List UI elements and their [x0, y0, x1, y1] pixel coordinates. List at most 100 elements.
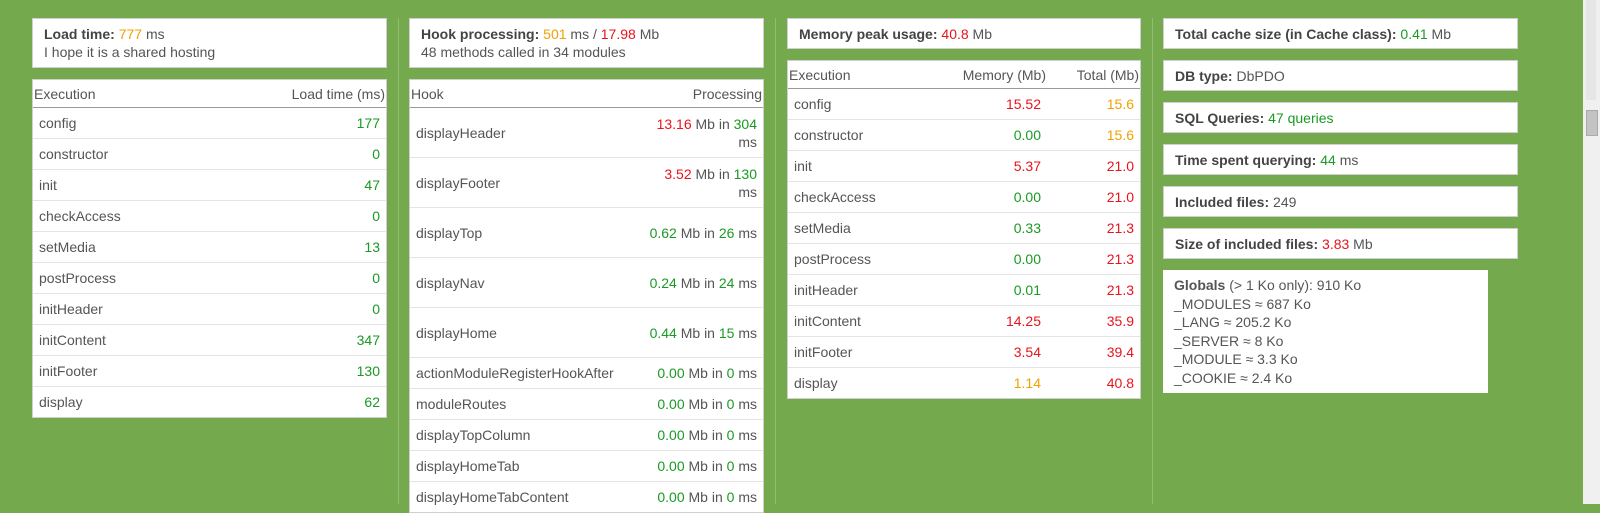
hook-mb-unit: Mb: [639, 26, 660, 42]
hook-mb-unit: Mb in: [680, 324, 715, 341]
hook-ms: 0: [726, 365, 735, 381]
total-value-cell: 15.6: [1047, 119, 1140, 151]
memory-value-cell: 0.00: [923, 119, 1047, 151]
hook-ms: 130: [733, 165, 757, 182]
load-time-table: Execution Load time (ms) config 177 constr…: [32, 79, 387, 418]
table-row: initContent 347: [33, 324, 386, 356]
hook-name: displayHomeTab: [410, 450, 641, 482]
hook-ms: 304: [733, 115, 757, 132]
hook-processing-cell: 0.00 Mb in 0 ms: [641, 481, 763, 512]
column-divider: [775, 18, 776, 504]
column-divider: [1152, 18, 1153, 504]
hook-processing-cell: 0.44 Mb in 15 ms: [641, 307, 763, 358]
hook-mb: 0.00: [657, 458, 685, 474]
table-row: init 5.37 21.0: [788, 150, 1140, 182]
hook-ms-unit: ms: [738, 324, 757, 341]
table-row: displayHome 0.44 Mb in 15 ms: [410, 307, 763, 358]
memory-value-cell: 0.33: [923, 212, 1047, 244]
memory-value: 40.8: [941, 26, 969, 42]
hook-ms: 0: [726, 427, 735, 443]
globals-note: (> 1 Ko only): 910 Ko: [1229, 277, 1362, 293]
table-row: moduleRoutes 0.00 Mb in 0 ms: [410, 388, 763, 420]
hook-note: 48 methods called in 34 modules: [421, 44, 626, 60]
hook-mb-unit: Mb in: [695, 165, 730, 182]
table-row: displayFooter 3.52 Mb in 130 ms: [410, 157, 763, 208]
memory-unit: Mb: [972, 26, 992, 42]
globals-item: _MODULES ≈ 687 Ko: [1174, 295, 1311, 312]
table-row: constructor 0.00 15.6: [788, 119, 1140, 151]
hook-ms: 0: [726, 458, 735, 474]
table-row: displayTopColumn 0.00 Mb in 0 ms: [410, 419, 763, 451]
load-time-value-cell: 177: [207, 107, 386, 139]
time-label: Time spent querying: [1175, 152, 1312, 168]
execution-name: display: [33, 386, 208, 417]
column-divider: [398, 18, 399, 504]
load-time-value: 777: [118, 26, 143, 42]
table-row: setMedia 0.33 21.3: [788, 212, 1140, 244]
hook-table-header-hook: Hook: [410, 80, 641, 108]
hook-name: displayTop: [410, 207, 641, 258]
total-value-cell: 35.9: [1047, 305, 1140, 337]
memory-value-cell: 5.37: [923, 150, 1047, 182]
hook-name: displayHomeTabContent: [410, 481, 641, 512]
hook-ms: 26: [718, 224, 735, 241]
db-value: DbPDO: [1236, 68, 1285, 84]
hook-processing-cell: 0.00 Mb in 0 ms: [641, 357, 763, 389]
memory-value-cell: 0.01: [923, 274, 1047, 306]
scrollbar-thumb[interactable]: [1586, 110, 1598, 136]
load-time-label: Load time: [44, 26, 111, 42]
load-time-value-cell: 62: [207, 386, 386, 417]
total-value-cell: 39.4: [1047, 336, 1140, 368]
table-row: setMedia 13: [33, 231, 386, 263]
hook-mb: 0.00: [657, 365, 685, 381]
table-row: postProcess 0: [33, 262, 386, 294]
execution-name: postProcess: [788, 243, 924, 275]
total-value-cell: 21.0: [1047, 181, 1140, 213]
hook-name: actionModuleRegisterHookAfter: [410, 357, 641, 389]
hook-ms-unit: ms: [738, 396, 757, 412]
execution-name: initContent: [788, 305, 924, 337]
execution-name: postProcess: [33, 262, 208, 294]
load-time-value-cell: 0: [207, 200, 386, 232]
load-table-header-time: Load time (ms): [207, 80, 386, 108]
hook-name: displayNav: [410, 257, 641, 308]
hook-mb: 0.00: [657, 427, 685, 443]
execution-name: setMedia: [33, 231, 208, 263]
hook-mb-unit: Mb in: [695, 115, 730, 132]
memory-column: Memory peak usage: 40.8 Mb Execution Mem…: [787, 18, 1141, 399]
execution-name: initFooter: [33, 355, 208, 387]
hook-name: displayTopColumn: [410, 419, 641, 451]
memory-value-cell: 14.25: [923, 305, 1047, 337]
load-time-column: Load time: 777 ms I hope it is a shared …: [32, 18, 387, 418]
hook-ms-unit: ms: [738, 489, 757, 505]
time-unit: ms: [1339, 152, 1359, 168]
query-time-box: Time spent querying: 44 ms: [1163, 144, 1518, 175]
memory-value-cell: 1.14: [923, 367, 1047, 398]
hook-mb-unit: Mb in: [688, 427, 723, 443]
hook-mb-unit: Mb in: [680, 274, 715, 291]
hook-mb: 13.16: [656, 115, 692, 132]
hook-processing-cell: 3.52 Mb in 130 ms: [641, 157, 763, 208]
globals-item: _MODULE ≈ 3.3 Ko: [1174, 351, 1298, 367]
time-value: 44: [1320, 152, 1336, 168]
execution-name: init: [33, 169, 208, 201]
hook-mb-unit: Mb in: [688, 458, 723, 474]
db-type-box: DB type: DbPDO: [1163, 60, 1518, 91]
hook-mb: 3.52: [664, 165, 692, 182]
table-row: initFooter 3.54 39.4: [788, 336, 1140, 368]
hook-name: displayFooter: [410, 157, 641, 208]
sql-value: 47 queries: [1268, 110, 1334, 126]
vertical-scrollbar[interactable]: [1583, 0, 1600, 504]
stats-column: Total cache size (in Cache class): 0.41 …: [1163, 18, 1518, 270]
execution-name: checkAccess: [788, 181, 924, 213]
load-time-summary: Load time: 777 ms I hope it is a shared …: [32, 18, 387, 68]
memory-value-cell: 15.52: [923, 88, 1047, 120]
hook-label: Hook processing: [421, 26, 535, 42]
hook-ms: 24: [718, 274, 735, 291]
hook-processing-cell: 0.00 Mb in 0 ms: [641, 419, 763, 451]
size-value: 3.83: [1322, 236, 1350, 252]
table-row: actionModuleRegisterHookAfter 0.00 Mb in …: [410, 357, 763, 389]
load-time-note: I hope it is a shared hosting: [44, 44, 216, 60]
hook-table: Hook Processing displayHeader 13.16 Mb in…: [409, 79, 764, 513]
total-value-cell: 15.6: [1047, 88, 1140, 120]
